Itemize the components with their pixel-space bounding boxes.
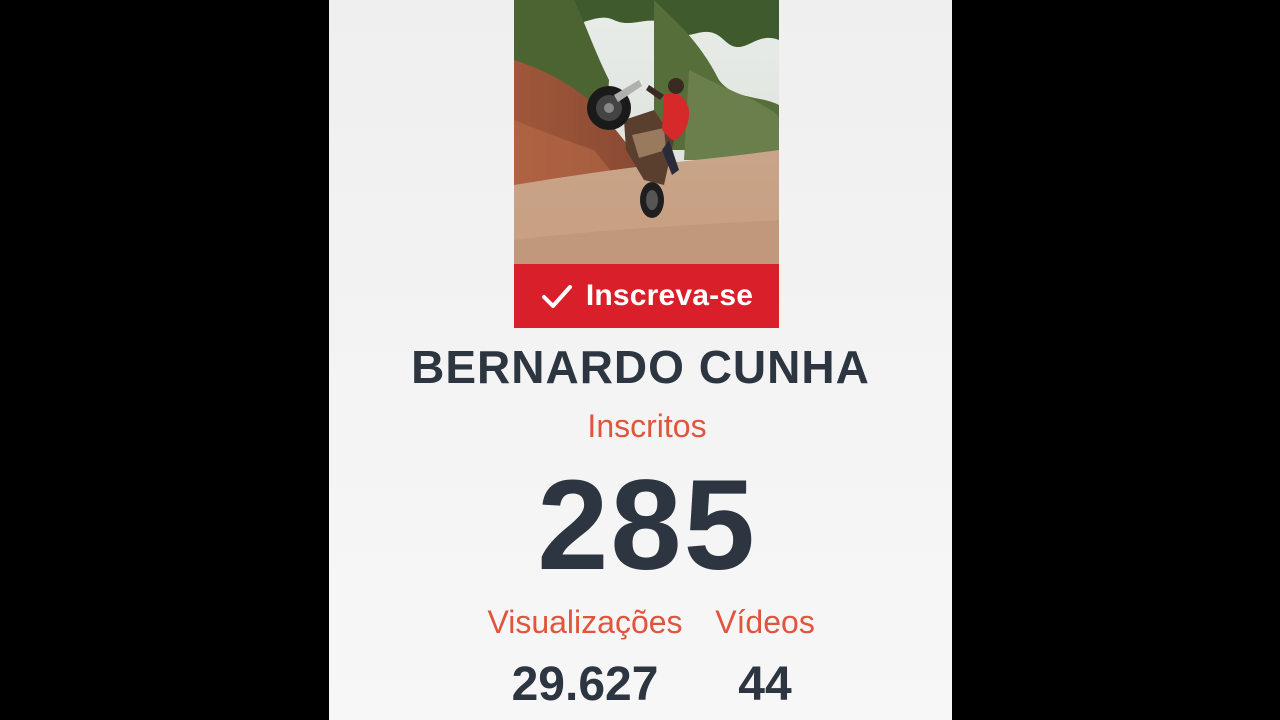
videos-value: 44	[738, 658, 792, 711]
views-stat: Visualizações 29.627	[467, 604, 703, 712]
subscribe-button-label: Inscreva-se	[585, 279, 754, 312]
channel-avatar-photo	[514, 0, 779, 264]
videos-label: Vídeos	[715, 604, 815, 640]
video-frame: Inscreva-se BERNARDO CUNHA Inscritos 285…	[0, 0, 1280, 720]
check-icon	[541, 285, 572, 308]
subscribe-button[interactable]: Inscreva-se	[514, 264, 779, 328]
subscribers-label: Inscritos	[587, 408, 707, 444]
views-label: Visualizações	[487, 604, 683, 640]
videos-stat: Vídeos 44	[707, 604, 823, 712]
channel-name: BERNARDO CUNHA	[411, 341, 870, 393]
subscribers-count: 285	[537, 454, 757, 597]
channel-avatar-block: Inscreva-se	[514, 0, 779, 328]
views-value: 29.627	[511, 658, 659, 711]
channel-card: Inscreva-se BERNARDO CUNHA Inscritos 285…	[329, 0, 952, 720]
